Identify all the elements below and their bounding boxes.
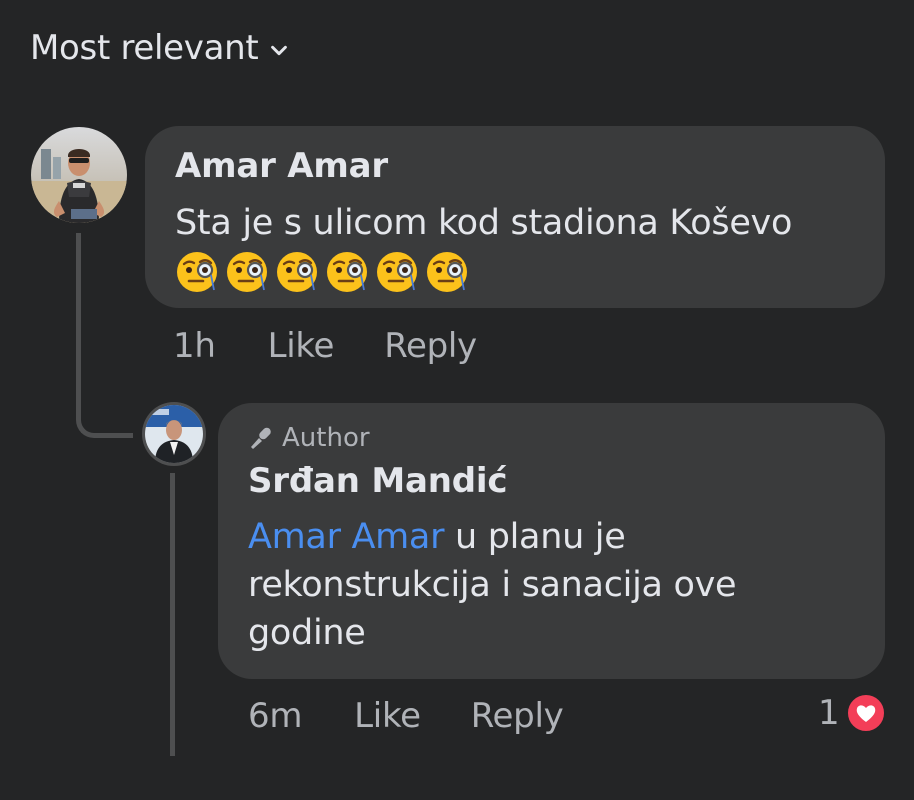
avatar[interactable] (145, 405, 203, 463)
face-with-monocle-icon (227, 252, 267, 292)
reply-actions: 6m Like Reply (248, 696, 613, 736)
reply-author[interactable]: Srđan Mandić (248, 461, 508, 501)
reply-bubble[interactable]: Author Srđan Mandić Amar Amar u planu je… (218, 403, 885, 679)
chevron-down-icon (271, 45, 288, 56)
face-with-monocle-icon (377, 252, 417, 292)
author-badge: Author (248, 423, 370, 453)
microphone-icon (251, 427, 271, 449)
emoji-row (175, 250, 469, 294)
face-with-monocle-icon (327, 252, 367, 292)
comment-text: Sta je s ulicom kod stadiona Koševo (175, 203, 793, 243)
reply-timestamp[interactable]: 6m (248, 696, 302, 736)
face-with-monocle-icon (427, 252, 467, 292)
sort-dropdown[interactable]: Most relevant (30, 28, 290, 68)
reply-text: Amar Amar u planu je rekonstrukcija i sa… (248, 513, 848, 657)
heart-icon (845, 693, 886, 733)
mention-link[interactable]: Amar Amar (248, 517, 444, 557)
comment-actions: 1h Like Reply (173, 326, 527, 366)
like-button[interactable]: Like (268, 326, 335, 366)
profile-photo (145, 405, 203, 463)
sort-label: Most relevant (30, 28, 259, 68)
author-badge-label: Author (282, 423, 370, 453)
profile-photo (31, 127, 127, 223)
reply-button[interactable]: Reply (384, 326, 477, 366)
comment-bubble[interactable]: Amar Amar Sta je s ulicom kod stadiona K… (145, 126, 885, 308)
comments-panel: Most relevant Amar Amar Sta je s ulicom … (0, 0, 914, 800)
thread-connector (76, 233, 133, 438)
face-with-monocle-icon (177, 252, 217, 292)
like-button[interactable]: Like (354, 696, 421, 736)
reply-button[interactable]: Reply (471, 696, 564, 736)
reply-thread-line (170, 473, 175, 756)
reaction-count: 1 (818, 693, 840, 733)
comment-author[interactable]: Amar Amar (175, 146, 388, 186)
face-with-monocle-icon (277, 252, 317, 292)
comment-timestamp[interactable]: 1h (173, 326, 216, 366)
avatar[interactable] (31, 127, 127, 223)
reaction-summary[interactable]: 1 (818, 693, 886, 733)
